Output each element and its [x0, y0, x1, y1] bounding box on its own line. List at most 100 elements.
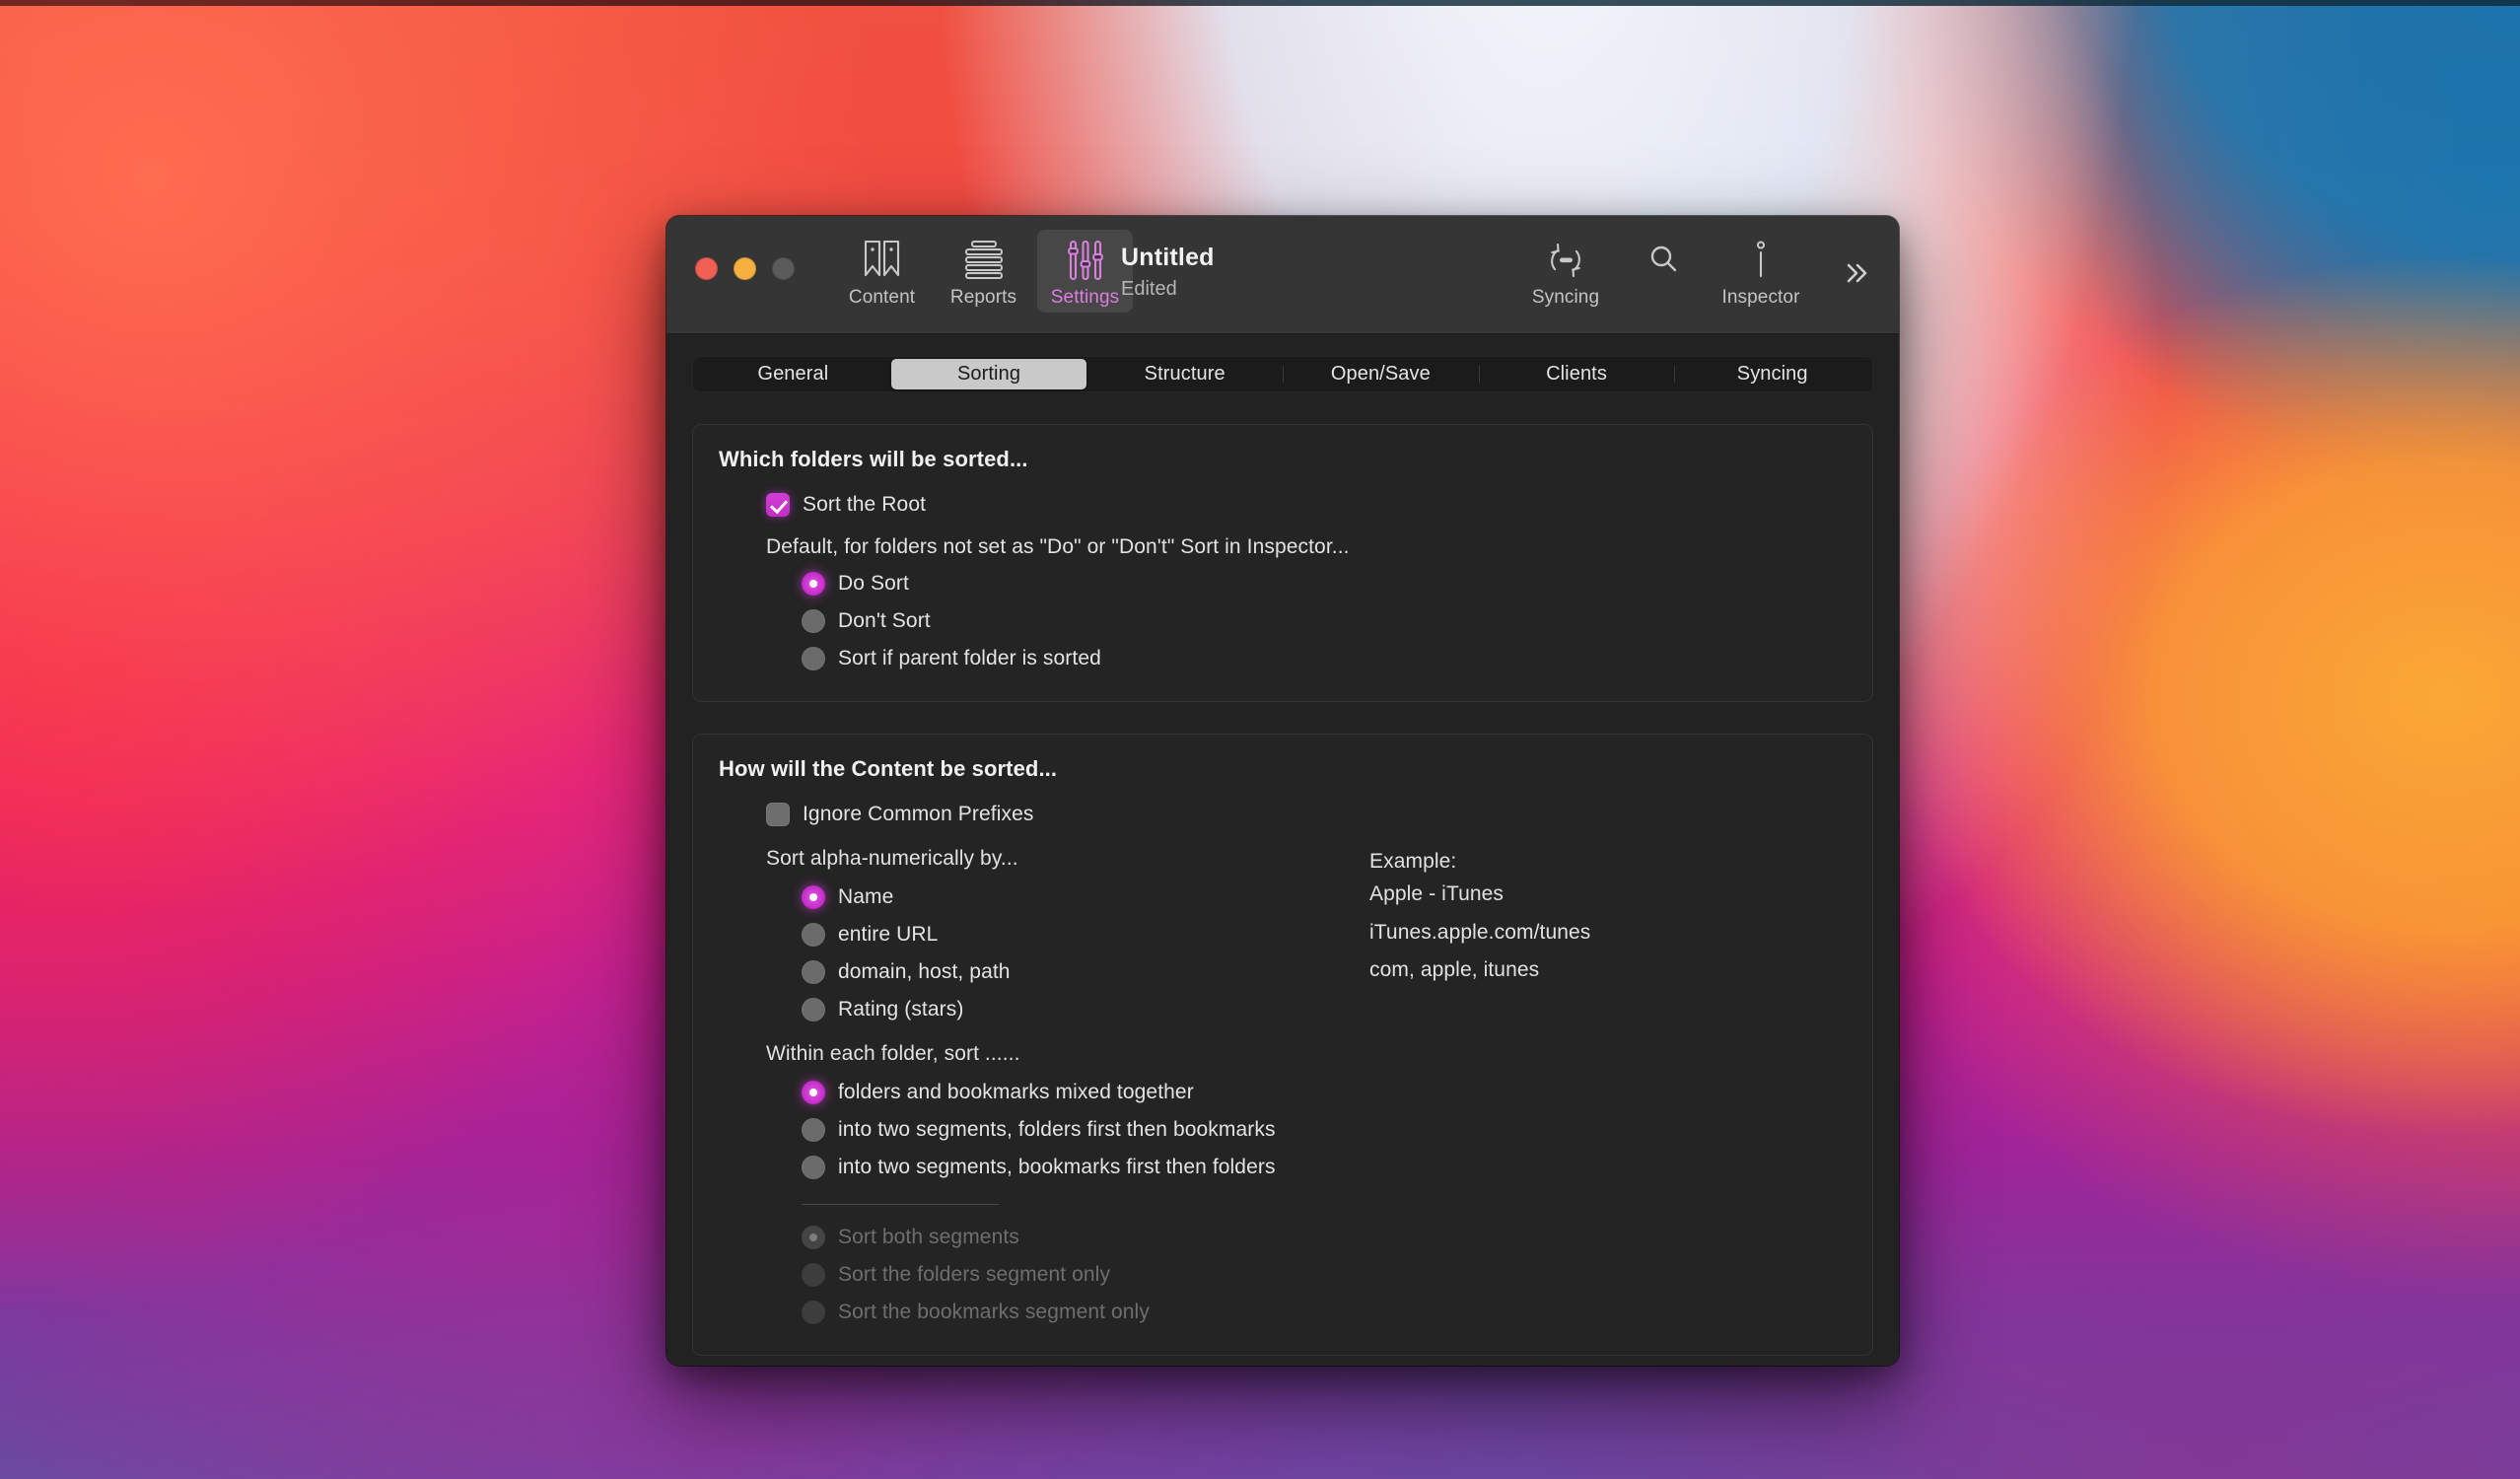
- double-chevron-right-icon: [1842, 260, 1871, 291]
- radio-sort-by-rating-dot[interactable]: [802, 998, 825, 1021]
- radio-do-sort[interactable]: Do Sort: [802, 565, 1847, 602]
- checkbox-ignore-common-prefixes-box[interactable]: [766, 803, 790, 826]
- tab-general[interactable]: General: [695, 359, 891, 389]
- radio-dont-sort[interactable]: Don't Sort: [802, 602, 1847, 640]
- traffic-light-buttons: [695, 257, 795, 280]
- toolbar-item-syncing-label: Syncing: [1531, 287, 1600, 308]
- radio-mixed-together-label: folders and bookmarks mixed together: [838, 1081, 1194, 1103]
- radio-sort-folders-segment-only-label: Sort the folders segment only: [838, 1263, 1111, 1286]
- radio-sort-by-domain-host-path-label: domain, host, path: [838, 960, 1011, 983]
- radio-sort-folders-segment-only-dot: [802, 1263, 825, 1287]
- radio-sort-by-domain-host-path[interactable]: domain, host, path: [802, 953, 1369, 991]
- within-each-folder-label: Within each folder, sort ......: [766, 1042, 1020, 1065]
- group-which-folders-title: Which folders will be sorted...: [719, 447, 1028, 471]
- sliders-icon: [1066, 237, 1105, 283]
- radio-sort-by-entire-url[interactable]: entire URL: [802, 916, 1369, 953]
- toolbar-item-syncing[interactable]: Syncing: [1514, 230, 1617, 313]
- toolbar-item-content[interactable]: Content: [834, 230, 930, 313]
- radio-mixed-together-dot[interactable]: [802, 1081, 825, 1104]
- radio-mixed-together[interactable]: folders and bookmarks mixed together: [802, 1074, 1847, 1111]
- radio-sort-by-name-label: Name: [838, 885, 894, 908]
- example-value-url: iTunes.apple.com/tunes: [1369, 921, 1591, 944]
- toolbar-item-settings-label: Settings: [1050, 287, 1120, 308]
- sort-alpha-numerically-label: Sort alpha-numerically by...: [766, 847, 1018, 870]
- toolbar-item-reports-label: Reports: [949, 287, 1017, 308]
- app-window: Content Reports Settings Untitled Edited…: [666, 216, 1899, 1366]
- radio-folders-first-dot[interactable]: [802, 1118, 825, 1142]
- radio-sort-both-segments-dot: [802, 1226, 825, 1249]
- tab-structure[interactable]: Structure: [1086, 359, 1283, 389]
- toolbar-left-items: Content Reports Settings: [834, 230, 1133, 313]
- radio-folders-first-label: into two segments, folders first then bo…: [838, 1118, 1276, 1141]
- group-which-folders: Which folders will be sorted... Sort the…: [692, 424, 1873, 702]
- radio-sort-by-rating[interactable]: Rating (stars): [802, 991, 1369, 1028]
- radio-dont-sort-label: Don't Sort: [838, 609, 931, 632]
- radio-sort-both-segments: Sort both segments: [802, 1219, 1847, 1256]
- tab-clients[interactable]: Clients: [1478, 359, 1675, 389]
- checkbox-ignore-common-prefixes-label: Ignore Common Prefixes: [803, 803, 1034, 825]
- radio-sort-folders-segment-only: Sort the folders segment only: [802, 1256, 1847, 1294]
- settings-tab-bar: General Sorting Structure Open/Save Clie…: [692, 356, 1873, 392]
- radio-bookmarks-first-dot[interactable]: [802, 1156, 825, 1179]
- checkbox-ignore-common-prefixes[interactable]: Ignore Common Prefixes: [766, 796, 1369, 833]
- document-title-block: Untitled Edited: [1121, 244, 1215, 301]
- radio-sort-if-parent-sorted[interactable]: Sort if parent folder is sorted: [802, 640, 1847, 677]
- toolbar-item-settings[interactable]: Settings: [1037, 230, 1133, 313]
- radio-dont-sort-dot[interactable]: [802, 609, 825, 633]
- toolbar-item-content-label: Content: [848, 287, 916, 308]
- report-lines-icon: [963, 237, 1005, 283]
- radio-sort-if-parent-sorted-dot[interactable]: [802, 647, 825, 670]
- close-button[interactable]: [695, 257, 718, 280]
- checkbox-sort-the-root[interactable]: Sort the Root: [766, 486, 1847, 524]
- tab-sorting[interactable]: Sorting: [890, 359, 1087, 389]
- screen-top-edge: [0, 0, 2520, 6]
- minimize-button[interactable]: [734, 257, 756, 280]
- example-column: Example: Apple - iTunes iTunes.apple.com…: [1369, 796, 1590, 1028]
- radio-bookmarks-first-label: into two segments, bookmarks first then …: [838, 1156, 1276, 1178]
- radio-sort-by-name-dot[interactable]: [802, 885, 825, 909]
- radio-sort-by-entire-url-dot[interactable]: [802, 923, 825, 947]
- radio-do-sort-dot[interactable]: [802, 572, 825, 596]
- radio-sort-by-name[interactable]: Name: [802, 879, 1369, 916]
- toolbar-item-search[interactable]: [1631, 230, 1696, 294]
- example-heading: Example:: [1369, 850, 1457, 873]
- checkbox-sort-the-root-label: Sort the Root: [803, 493, 927, 516]
- radio-sort-if-parent-sorted-label: Sort if parent folder is sorted: [838, 647, 1101, 669]
- radio-folders-first[interactable]: into two segments, folders first then bo…: [802, 1111, 1847, 1149]
- zoom-button[interactable]: [772, 257, 795, 280]
- desktop-wallpaper: Content Reports Settings Untitled Edited…: [0, 0, 2520, 1479]
- window-toolbar: Content Reports Settings Untitled Edited…: [666, 216, 1899, 334]
- sort-options-columns: Ignore Common Prefixes Sort alpha-numeri…: [719, 796, 1847, 1028]
- checkbox-sort-the-root-box[interactable]: [766, 493, 790, 517]
- toolbar-item-inspector[interactable]: Inspector: [1710, 230, 1812, 313]
- radio-sort-by-entire-url-label: entire URL: [838, 923, 939, 946]
- document-name: Untitled: [1121, 244, 1215, 271]
- sort-options-column: Ignore Common Prefixes Sort alpha-numeri…: [719, 796, 1369, 1028]
- toolbar-item-inspector-label: Inspector: [1721, 287, 1800, 308]
- sync-arrows-icon: [1545, 237, 1586, 283]
- settings-content: General Sorting Structure Open/Save Clie…: [666, 334, 1899, 1366]
- segment-options-divider: [802, 1204, 999, 1205]
- toolbar-right-items: Syncing Inspector: [1514, 230, 1812, 313]
- radio-sort-bookmarks-segment-only: Sort the bookmarks segment only: [802, 1294, 1847, 1331]
- toolbar-overflow-button[interactable]: [1834, 255, 1879, 295]
- document-edited-state: Edited: [1121, 278, 1177, 300]
- radio-sort-bookmarks-segment-only-dot: [802, 1301, 825, 1324]
- info-icon: [1748, 237, 1774, 283]
- example-value-name: Apple - iTunes: [1369, 882, 1505, 905]
- radio-sort-bookmarks-segment-only-label: Sort the bookmarks segment only: [838, 1301, 1150, 1323]
- bookmarks-icon: [863, 237, 902, 283]
- search-icon: [1646, 237, 1680, 283]
- radio-sort-by-domain-host-path-dot[interactable]: [802, 960, 825, 984]
- group-how-content-sorted: How will the Content be sorted... Ignore…: [692, 734, 1873, 1356]
- default-sort-note: Default, for folders not set as "Do" or …: [766, 535, 1350, 558]
- radio-do-sort-label: Do Sort: [838, 572, 909, 595]
- radio-sort-by-rating-label: Rating (stars): [838, 998, 964, 1021]
- radio-sort-both-segments-label: Sort both segments: [838, 1226, 1019, 1248]
- toolbar-item-reports[interactable]: Reports: [936, 230, 1031, 313]
- radio-bookmarks-first[interactable]: into two segments, bookmarks first then …: [802, 1149, 1847, 1186]
- tab-open-save[interactable]: Open/Save: [1283, 359, 1479, 389]
- tab-syncing[interactable]: Syncing: [1674, 359, 1870, 389]
- group-how-content-sorted-title: How will the Content be sorted...: [719, 756, 1058, 781]
- example-value-domain: com, apple, itunes: [1369, 958, 1540, 981]
